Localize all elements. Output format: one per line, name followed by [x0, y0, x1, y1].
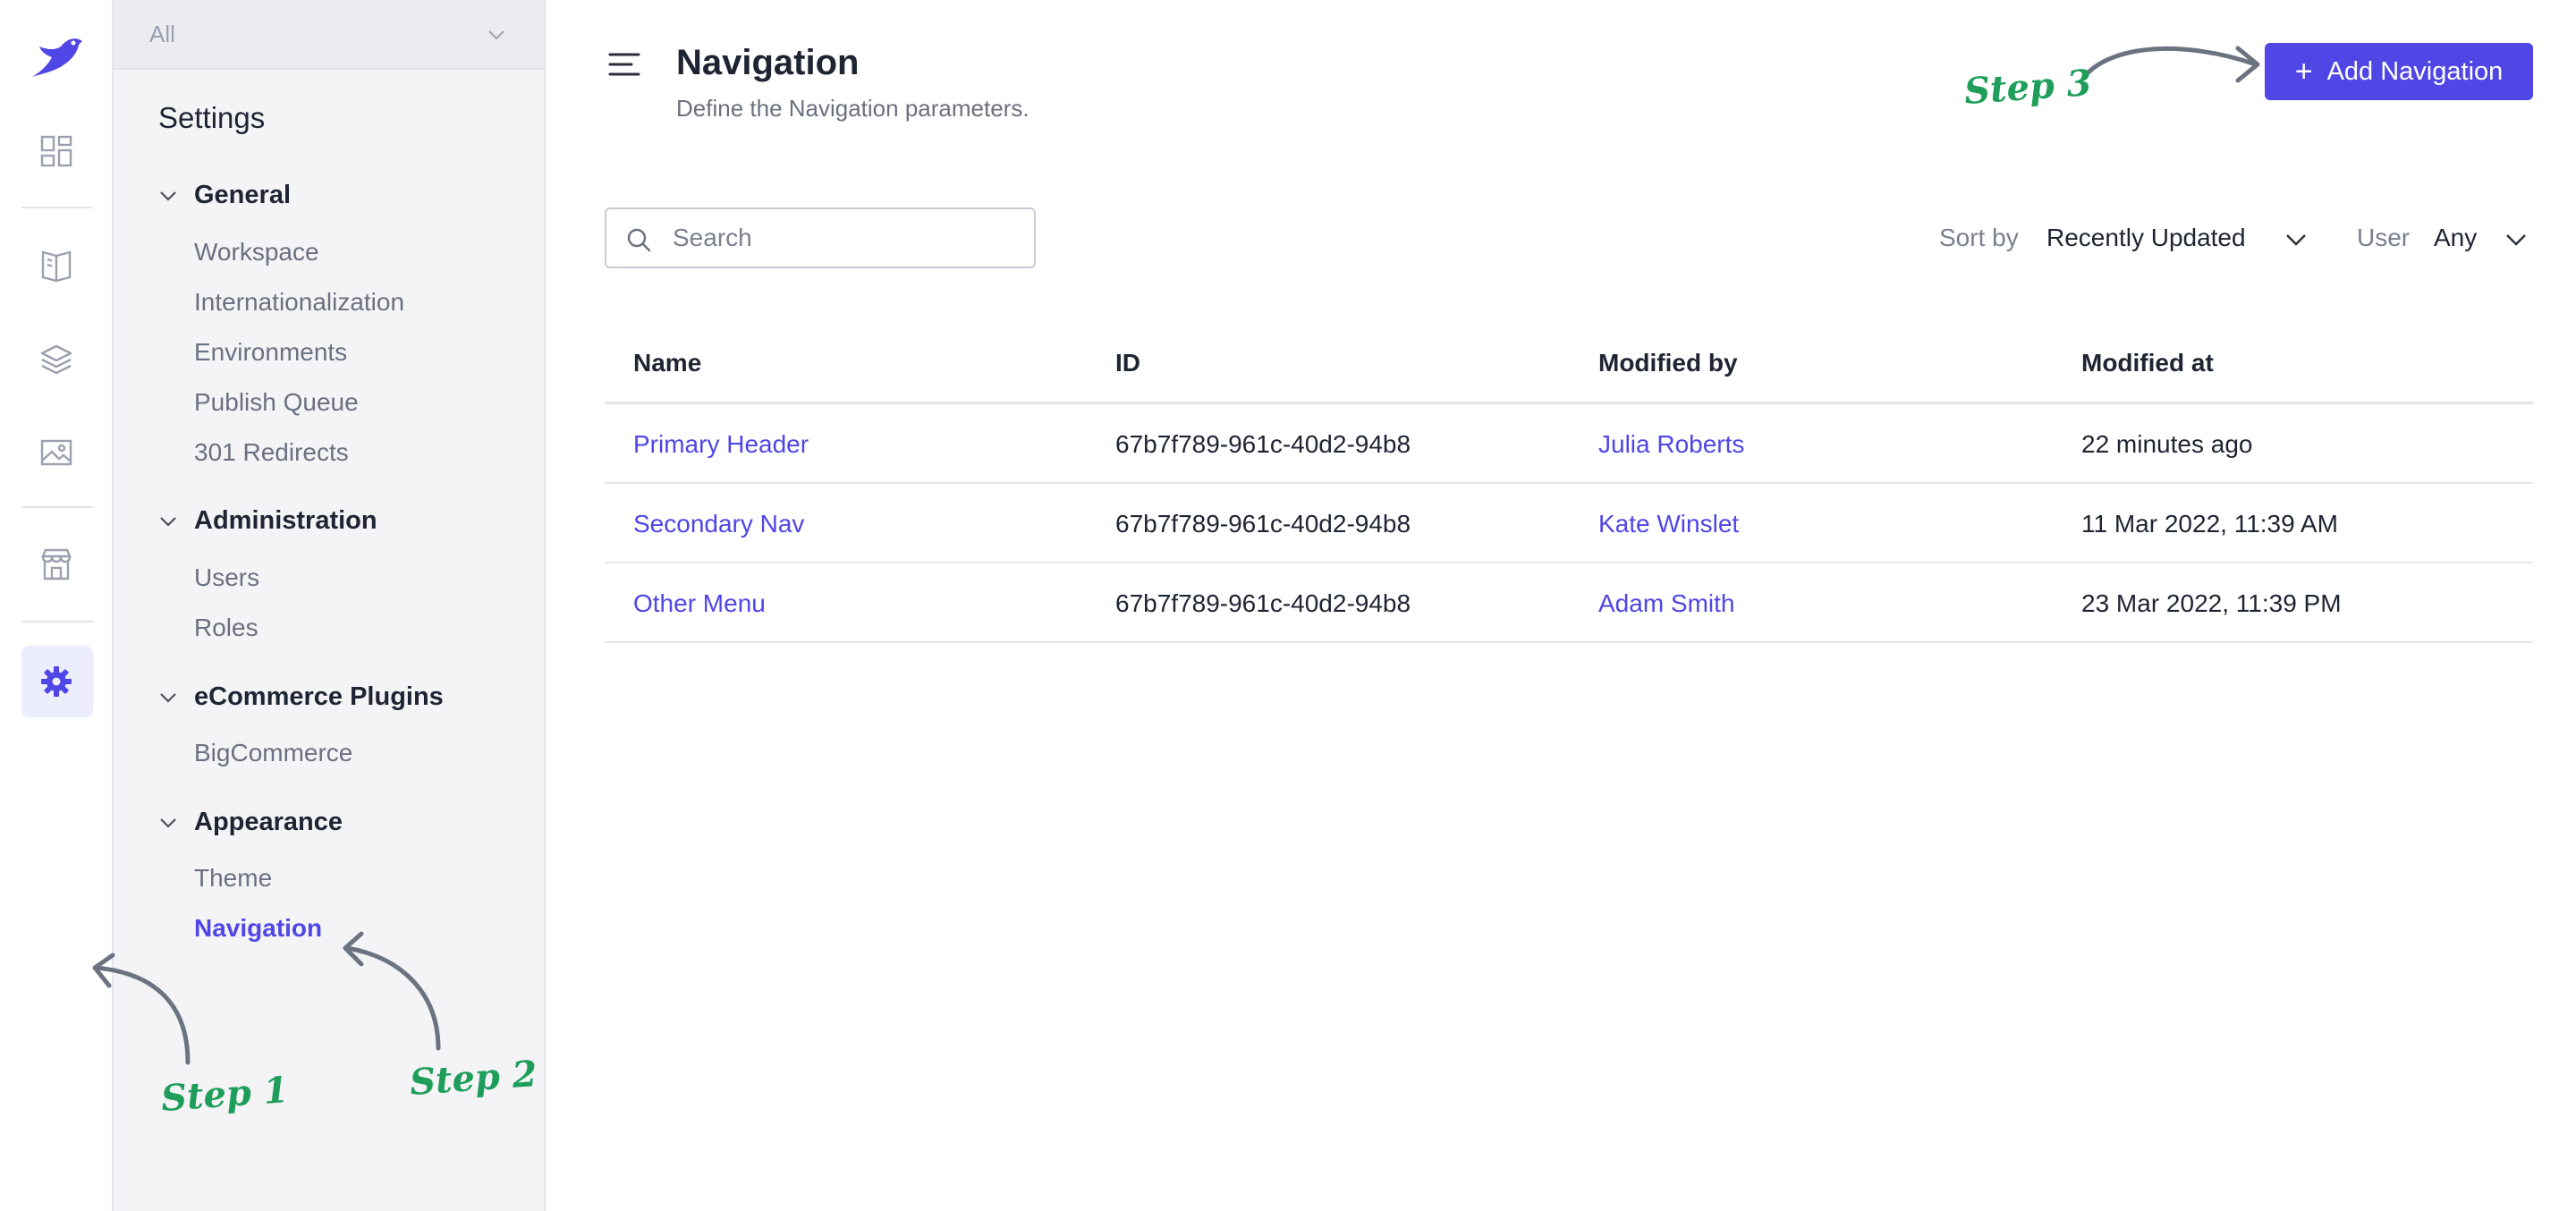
row-id: 67b7f789-961c-40d2-94b8	[1115, 589, 1411, 617]
workspace-select[interactable]: All	[114, 0, 544, 70]
sidebar-item-theme[interactable]: Theme	[194, 864, 272, 893]
group-ecommerce-plugins[interactable]: eCommerce Plugins	[158, 682, 444, 712]
chevron-down-icon[interactable]	[2284, 228, 2308, 251]
chevron-down-icon	[160, 516, 176, 527]
row-id: 67b7f789-961c-40d2-94b8	[1115, 430, 1411, 458]
sidebar-item-301-redirects[interactable]: 301 Redirects	[194, 438, 349, 467]
menu-icon[interactable]	[606, 50, 642, 79]
gear-icon[interactable]	[35, 660, 78, 703]
row-name-link[interactable]: Other Menu	[633, 589, 766, 618]
table-row[interactable]: Secondary Nav 67b7f789-961c-40d2-94b8 Ka…	[605, 484, 2533, 563]
column-header-modified-at[interactable]: Modified at	[2081, 349, 2214, 377]
main-content: Navigation Define the Navigation paramet…	[547, 0, 2576, 1211]
table-row[interactable]: Primary Header 67b7f789-961c-40d2-94b8 J…	[605, 404, 2533, 484]
sidebar-item-navigation[interactable]: Navigation	[194, 914, 322, 943]
sidebar-item-workspace[interactable]: Workspace	[194, 238, 319, 267]
add-navigation-label: Add Navigation	[2326, 56, 2504, 86]
store-icon[interactable]	[35, 543, 78, 586]
sidebar-item-roles[interactable]: Roles	[194, 614, 258, 642]
step1-label: Step 1	[159, 1069, 291, 1120]
row-modified-at: 11 Mar 2022, 11:39 AM	[2081, 510, 2338, 538]
chevron-down-icon[interactable]	[2504, 228, 2528, 251]
table-row[interactable]: Other Menu 67b7f789-961c-40d2-94b8 Adam …	[605, 563, 2533, 643]
sidebar-item-environments[interactable]: Environments	[194, 338, 347, 367]
chevron-down-icon	[488, 30, 504, 40]
plus-icon: +	[2294, 55, 2313, 89]
layers-icon[interactable]	[35, 338, 78, 381]
step2-label: Step 2	[408, 1053, 539, 1104]
rail-divider	[21, 621, 93, 622]
group-appearance[interactable]: Appearance	[158, 808, 343, 837]
chevron-down-icon	[160, 191, 176, 201]
search-box	[605, 207, 1036, 268]
column-header-modified-by[interactable]: Modified by	[1598, 349, 1738, 377]
sort-label: Sort by	[1939, 224, 2019, 251]
row-name-link[interactable]: Primary Header	[633, 430, 809, 459]
dashboard-icon[interactable]	[35, 130, 78, 173]
group-label: Appearance	[194, 808, 343, 836]
book-icon[interactable]	[35, 244, 78, 287]
step3-label: Step 3	[1962, 62, 2094, 113]
row-modified-by-link[interactable]: Julia Roberts	[1598, 430, 1744, 459]
user-filter-select[interactable]: Any	[2434, 224, 2477, 252]
table-header: Name ID Modified by Modified at	[605, 326, 2533, 404]
workspace-select-value: All	[149, 20, 175, 47]
row-modified-by-link[interactable]: Kate Winslet	[1598, 510, 1739, 538]
rail-divider	[21, 207, 93, 208]
sidebar-item-bigcommerce[interactable]: BigCommerce	[194, 739, 352, 767]
icon-rail	[0, 0, 114, 1211]
rail-divider	[21, 506, 93, 508]
chevron-down-icon	[160, 692, 176, 703]
row-modified-at: 23 Mar 2022, 11:39 PM	[2081, 589, 2342, 617]
row-modified-by-link[interactable]: Adam Smith	[1598, 589, 1735, 618]
image-icon[interactable]	[35, 431, 78, 474]
row-id: 67b7f789-961c-40d2-94b8	[1115, 510, 1411, 538]
search-input[interactable]	[673, 224, 1013, 252]
page-title: Navigation	[676, 43, 860, 82]
navigation-table: Name ID Modified by Modified at Primary …	[605, 326, 2533, 643]
sidebar-item-publish-queue[interactable]: Publish Queue	[194, 388, 359, 417]
sort-select[interactable]: Recently Updated	[2046, 224, 2246, 252]
column-header-name[interactable]: Name	[633, 349, 701, 377]
group-general[interactable]: General	[158, 181, 291, 210]
settings-title: Settings	[158, 101, 266, 134]
sidebar-item-users[interactable]: Users	[194, 563, 259, 592]
column-header-id[interactable]: ID	[1115, 349, 1140, 377]
group-label: eCommerce Plugins	[194, 682, 444, 711]
settings-panel: All Settings General Workspace Internati…	[114, 0, 546, 1211]
group-administration[interactable]: Administration	[158, 506, 377, 536]
row-name-link[interactable]: Secondary Nav	[633, 510, 804, 538]
row-modified-at: 22 minutes ago	[2081, 430, 2253, 458]
logo-bird-icon[interactable]	[27, 32, 86, 82]
search-icon	[627, 228, 651, 252]
add-navigation-button[interactable]: + Add Navigation	[2265, 43, 2533, 100]
group-label: Administration	[194, 506, 377, 535]
chevron-down-icon	[160, 817, 176, 828]
group-label: General	[194, 181, 291, 209]
user-filter-label: User	[2357, 224, 2411, 251]
page-subtitle: Define the Navigation parameters.	[676, 95, 1030, 122]
sidebar-item-internationalization[interactable]: Internationalization	[194, 288, 404, 317]
